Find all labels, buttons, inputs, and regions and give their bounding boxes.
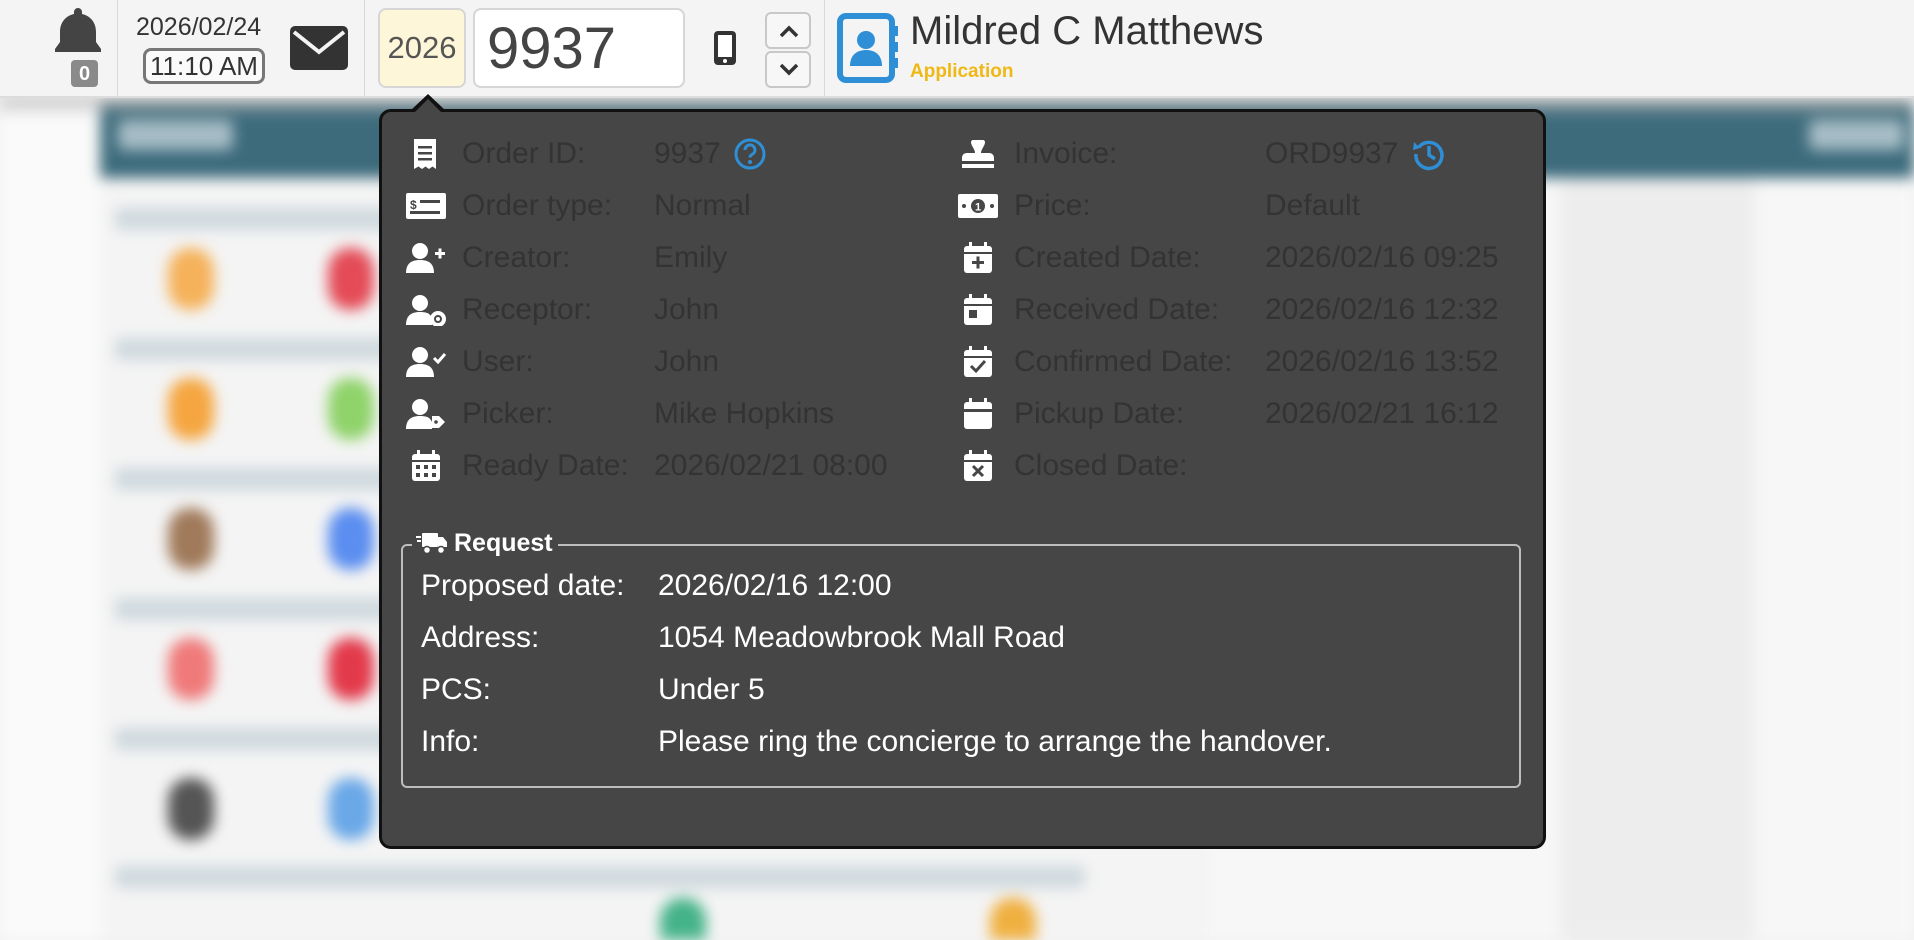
invoice-label: Invoice: — [1014, 137, 1118, 170]
calendar-xmark-icon — [964, 450, 992, 481]
calendar-check-icon — [964, 346, 992, 377]
confirmed-date-label: Confirmed Date: — [1014, 345, 1233, 378]
calendar-days-icon — [412, 450, 440, 481]
current-time: 11:10 AM — [143, 48, 265, 84]
banknote-icon: 1 — [958, 194, 998, 218]
receptor-label: Receptor: — [462, 293, 593, 326]
user-gear-icon — [406, 295, 446, 326]
ready-date-value: 2026/02/21 08:00 — [654, 449, 888, 482]
order-type-label: Order type: — [462, 189, 613, 222]
calendar-icon — [964, 398, 992, 429]
truck-fast-icon — [416, 533, 447, 555]
notifications-count-badge: 0 — [71, 60, 98, 87]
svg-text:$: $ — [410, 198, 417, 212]
contact-name[interactable]: Mildred C Matthews — [910, 9, 1263, 54]
pickup-date-label: Pickup Date: — [1014, 397, 1185, 430]
request-legend: Request — [412, 528, 558, 558]
next-order-button[interactable] — [765, 51, 811, 88]
pcs-value: Under 5 — [658, 673, 765, 706]
mobile-phone-icon — [714, 31, 736, 65]
picker-label: Picker: — [462, 397, 554, 430]
user-check-icon — [406, 347, 446, 377]
picker-value: Mike Hopkins — [654, 397, 835, 430]
receptor-value: John — [654, 293, 720, 326]
current-date: 2026/02/24 — [136, 13, 262, 41]
stamp-icon — [962, 140, 994, 168]
order-number-input[interactable]: 9937 — [473, 8, 685, 88]
address-book-icon[interactable] — [836, 12, 900, 84]
chevron-up-icon — [779, 25, 799, 38]
info-label: Info: — [421, 725, 480, 758]
user-tag-icon — [406, 399, 445, 429]
confirmed-date-value: 2026/02/16 13:52 — [1265, 345, 1499, 378]
creator-value: Emily — [654, 241, 728, 274]
user-plus-icon — [406, 243, 445, 273]
envelope-icon — [290, 26, 348, 70]
address-label: Address: — [421, 621, 540, 654]
previous-order-button[interactable] — [765, 12, 811, 49]
calendar-plus-icon — [964, 242, 992, 273]
proposed-date-value: 2026/02/16 12:00 — [658, 569, 892, 602]
bell-icon — [55, 8, 101, 52]
invoice-value: ORD9937 — [1265, 137, 1399, 170]
receipt-icon — [414, 139, 436, 169]
order-id-value: 9937 — [654, 137, 721, 170]
request-title: Request — [454, 529, 553, 557]
notifications-button[interactable]: 0 — [48, 6, 108, 90]
svg-text:1: 1 — [975, 202, 981, 214]
user-value: John — [654, 345, 720, 378]
price-label: Price: — [1014, 189, 1091, 222]
user-label: User: — [462, 345, 534, 378]
order-id-label: Order ID: — [462, 137, 586, 170]
question-circle-icon[interactable] — [733, 137, 767, 171]
ready-date-label: Ready Date: — [462, 449, 629, 482]
messages-button[interactable] — [290, 26, 348, 75]
created-date-label: Created Date: — [1014, 241, 1201, 274]
top-bar: 0 2026/02/24 11:10 AM 2026 9937 Mildred … — [0, 0, 1914, 98]
received-date-label: Received Date: — [1014, 293, 1220, 326]
address-value: 1054 Meadowbrook Mall Road — [658, 621, 1065, 654]
price-value: Default — [1265, 189, 1361, 222]
received-date-value: 2026/02/16 12:32 — [1265, 293, 1499, 326]
chevron-down-icon — [779, 63, 799, 76]
money-bill-icon: $ — [406, 193, 446, 219]
order-type-value: Normal — [654, 189, 751, 222]
created-date-value: 2026/02/16 09:25 — [1265, 241, 1499, 274]
creator-label: Creator: — [462, 241, 571, 274]
year-selector[interactable]: 2026 — [378, 8, 466, 88]
closed-date-label: Closed Date: — [1014, 449, 1188, 482]
contact-source: Application — [910, 61, 1014, 82]
calendar-day-icon — [964, 294, 992, 325]
history-icon[interactable] — [1412, 137, 1446, 171]
pickup-date-value: 2026/02/21 16:12 — [1265, 397, 1499, 430]
info-value: Please ring the concierge to arrange the… — [658, 725, 1332, 758]
pcs-label: PCS: — [421, 673, 492, 706]
proposed-date-label: Proposed date: — [421, 569, 625, 602]
